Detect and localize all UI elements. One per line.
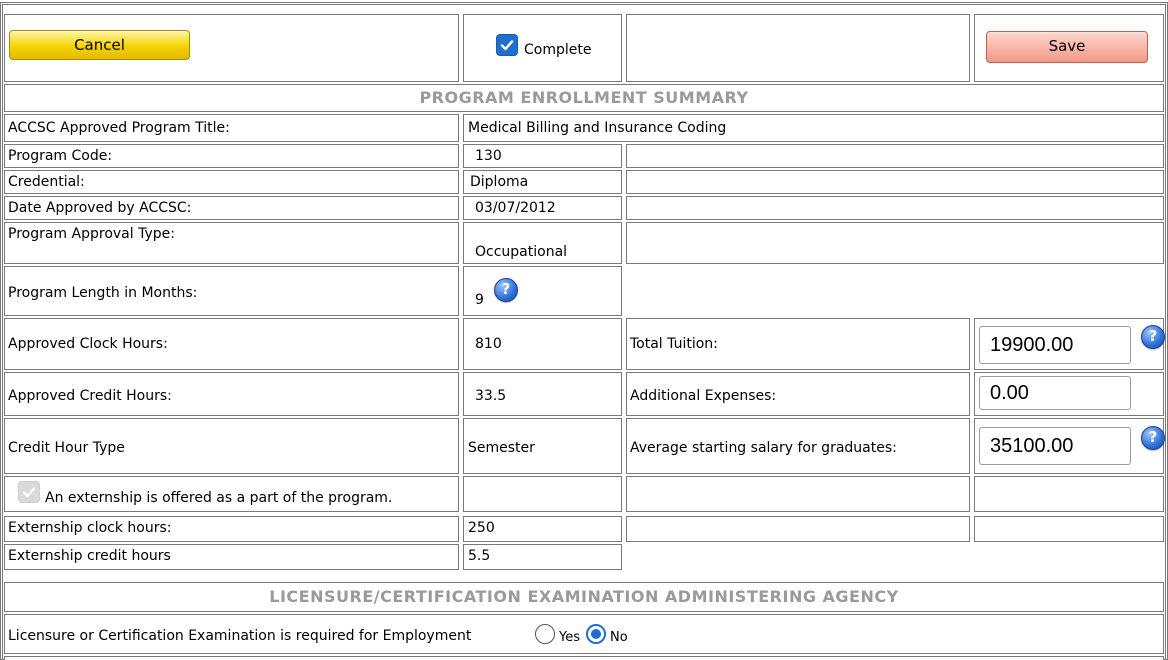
clock-hours-label: Approved Clock Hours: — [8, 336, 168, 352]
program-code-value: 130 — [475, 148, 502, 164]
approval-type-label: Program Approval Type: — [8, 226, 175, 242]
credential-empty-cell — [626, 170, 1164, 194]
clock-hours-value: 810 — [475, 336, 502, 352]
help-question-icon[interactable]: ? — [494, 278, 518, 302]
externship-clock-value: 250 — [468, 520, 495, 536]
credit-hours-label: Approved Credit Hours: — [8, 388, 172, 404]
credit-type-value: Semester — [468, 440, 535, 456]
radio-no-label: No — [610, 630, 628, 645]
externship-offered-label: An externship is offered as a part of th… — [45, 490, 393, 506]
externship-credit-label: Externship credit hours — [8, 548, 171, 564]
help-question-icon[interactable]: ? — [1141, 426, 1165, 450]
avg-salary-input[interactable]: 35100.00 — [979, 427, 1131, 465]
credit-type-label: Credit Hour Type — [8, 440, 125, 456]
program-code-label: Program Code: — [8, 148, 113, 164]
additional-expenses-input[interactable]: 0.00 — [979, 376, 1131, 410]
radio-no-dot — [591, 629, 601, 639]
help-question-icon[interactable]: ? — [1141, 325, 1165, 349]
externship-offered-empty-1 — [463, 476, 622, 512]
externship-checkbox[interactable] — [18, 481, 40, 503]
length-value-cell — [463, 266, 622, 316]
externship-clock-empty-1 — [626, 516, 970, 542]
additional-expenses-label: Additional Expenses: — [630, 388, 777, 404]
credential-value: Diploma — [470, 174, 529, 190]
total-tuition-label: Total Tuition: — [630, 336, 718, 352]
length-value: 9 — [475, 292, 484, 308]
radio-yes[interactable] — [535, 624, 555, 644]
form-bottom-edge — [4, 656, 1164, 660]
externship-offered-empty-2 — [626, 476, 970, 512]
toolbar-cell-empty — [626, 14, 970, 82]
credential-label: Credential: — [8, 174, 85, 190]
length-label: Program Length in Months: — [8, 285, 198, 301]
section-title-enrollment: PROGRAM ENROLLMENT SUMMARY — [419, 88, 749, 107]
section-title-licensure: LICENSURE/CERTIFICATION EXAMINATION ADMI… — [269, 587, 899, 606]
cancel-button[interactable]: Cancel — [9, 30, 190, 60]
licensure-question: Licensure or Certification Examination i… — [8, 628, 472, 644]
externship-clock-label: Externship clock hours: — [8, 520, 172, 536]
externship-offered-empty-3 — [974, 476, 1164, 512]
date-approved-value: 03/07/2012 — [475, 200, 556, 216]
radio-no[interactable] — [586, 624, 606, 644]
checkmark-icon — [500, 40, 514, 51]
approval-type-empty-cell — [626, 222, 1164, 264]
externship-clock-empty-2 — [974, 516, 1164, 542]
total-tuition-input[interactable]: 19900.00 — [979, 326, 1131, 364]
complete-checkbox[interactable] — [496, 34, 518, 56]
complete-label: Complete — [524, 42, 592, 58]
checkmark-icon — [22, 487, 36, 498]
save-button[interactable]: Save — [986, 31, 1148, 63]
avg-salary-label: Average starting salary for graduates: — [630, 440, 897, 456]
externship-credit-value: 5.5 — [468, 548, 491, 564]
program-title-label: ACCSC Approved Program Title: — [8, 120, 230, 136]
approval-type-value: Occupational — [475, 244, 568, 260]
credit-hours-value: 33.5 — [475, 388, 507, 404]
radio-yes-label: Yes — [559, 630, 580, 645]
program-title-value: Medical Billing and Insurance Coding — [468, 120, 727, 136]
date-approved-empty-cell — [626, 196, 1164, 220]
program-code-empty-cell — [626, 144, 1164, 168]
date-approved-label: Date Approved by ACCSC: — [8, 200, 192, 216]
